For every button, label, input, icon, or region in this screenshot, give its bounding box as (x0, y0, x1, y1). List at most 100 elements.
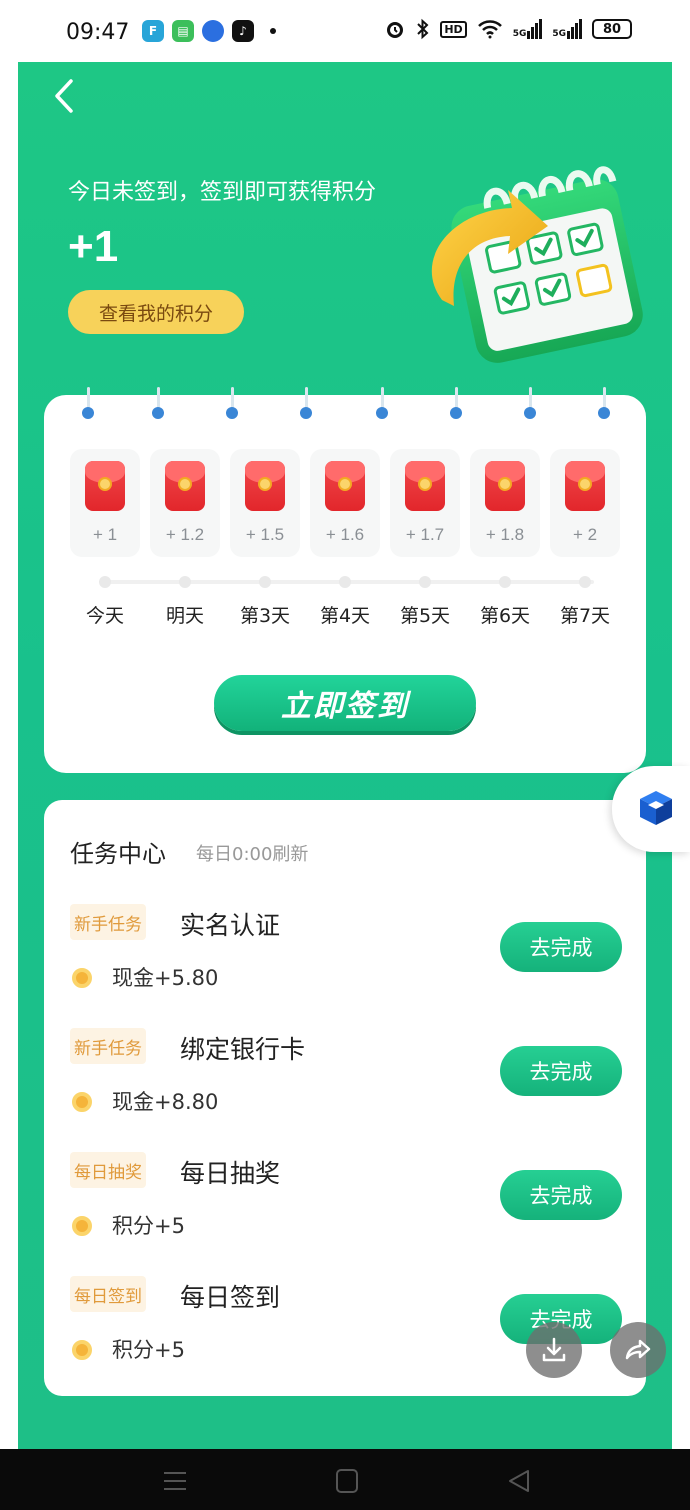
signal-icon: 5G (513, 19, 543, 39)
chevron-left-icon (55, 79, 73, 113)
red-envelope-icon (165, 461, 205, 511)
progress-dot (579, 576, 591, 588)
app-notification-icon: F (142, 20, 164, 42)
tiktok-icon: ♪ (232, 20, 254, 42)
binder-ring (376, 387, 388, 423)
hd-icon: HD (440, 20, 467, 38)
coin-icon (72, 1092, 92, 1112)
progress-dot (259, 576, 271, 588)
back-nav-icon[interactable] (504, 1467, 534, 1495)
task-reward: 积分+5 (112, 1214, 185, 1238)
day-reward-value: + 1.6 (325, 525, 365, 544)
day-reward-tile: + 1.7 (390, 449, 460, 557)
red-envelope-icon (325, 461, 365, 511)
bluetooth-icon (417, 18, 429, 40)
task-reward: 现金+8.80 (112, 1090, 219, 1114)
wifi-icon (477, 20, 502, 39)
day-reward-tile: + 1 (70, 449, 140, 557)
download-button[interactable] (526, 1322, 582, 1378)
task-tag: 新手任务 (70, 904, 146, 940)
day-reward-tile: + 1.2 (150, 449, 220, 557)
signal-icon: 5G (552, 19, 582, 39)
cube-logo-icon (640, 791, 672, 825)
day-label: 今天 (85, 605, 124, 627)
task-row: 新手任务 实名认证 现金+5.80 去完成 (44, 904, 646, 1024)
binder-ring (524, 387, 536, 423)
back-button[interactable] (44, 76, 84, 116)
task-name: 绑定银行卡 (180, 1035, 306, 1064)
task-reward: 积分+5 (112, 1338, 185, 1362)
share-icon (625, 1339, 651, 1360)
sign-in-card: + 1 + 1.2 + 1.5 + 1.6 + 1.7 + 1.8 + 2 今天… (44, 387, 646, 773)
day-reward-value: + 1.8 (485, 525, 525, 544)
points-gain: +1 (68, 222, 119, 271)
home-icon[interactable] (332, 1467, 362, 1495)
day-reward-value: + 1.2 (165, 525, 205, 544)
day-reward-tile: + 1.8 (470, 449, 540, 557)
day-reward-value: + 1.5 (245, 525, 285, 544)
task-name: 每日抽奖 (180, 1159, 281, 1188)
task-name: 每日签到 (180, 1283, 281, 1312)
alarm-icon (387, 22, 404, 38)
binder-ring (226, 387, 238, 423)
binder-ring (598, 387, 610, 423)
day-label: 明天 (165, 605, 204, 627)
red-envelope-icon (85, 461, 125, 511)
day-label: 第6天 (479, 605, 531, 627)
red-envelope-icon (565, 461, 605, 511)
binder-ring (300, 387, 312, 423)
binder-ring (152, 387, 164, 423)
coin-icon (72, 1340, 92, 1360)
task-center-card: 任务中心 每日0:00刷新 新手任务 实名认证 现金+5.80 去完成 新手任务… (44, 800, 646, 1396)
day-label: 第5天 (399, 605, 451, 627)
app-notification-icon (202, 20, 224, 42)
app-notification-icon: ▤ (172, 20, 194, 42)
day-reward-tile: + 1.5 (230, 449, 300, 557)
day-label: 第3天 (239, 605, 291, 627)
status-time: 09:47 (66, 20, 130, 45)
red-envelope-icon (405, 461, 445, 511)
day-label: 第4天 (319, 605, 371, 627)
progress-dot (419, 576, 431, 588)
task-center-title: 任务中心 (70, 840, 166, 868)
coin-icon (72, 1216, 92, 1236)
sign-in-now-button[interactable]: 立即签到 (214, 675, 476, 731)
task-tag: 新手任务 (70, 1028, 146, 1064)
calendar-illustration (431, 166, 643, 363)
coin-icon (72, 968, 92, 988)
status-bar: 09:47 F ▤ ♪ HD 5G 5G 80 (18, 0, 672, 62)
go-complete-button[interactable]: 去完成 (500, 1170, 622, 1220)
red-envelope-icon (245, 461, 285, 511)
status-right: HD 5G 5G 80 (384, 18, 632, 40)
day-reward-value: + 1.7 (405, 525, 445, 544)
task-reward: 现金+5.80 (112, 966, 219, 990)
progress-dot (499, 576, 511, 588)
status-app-icons: F ▤ ♪ (142, 20, 276, 42)
screen: 09:47 F ▤ ♪ HD 5G 5G 80 今日未签到，签到即可获得积分 +… (0, 0, 690, 1510)
day-reward-value: + 2 (572, 525, 598, 544)
sign-status-text: 今日未签到，签到即可获得积分 (68, 180, 377, 205)
system-nav-bar (0, 1449, 690, 1510)
download-icon (542, 1337, 566, 1362)
progress-dot (99, 576, 111, 588)
refresh-note: 每日0:00刷新 (196, 844, 309, 865)
go-complete-button[interactable]: 去完成 (500, 922, 622, 972)
task-tag: 每日抽奖 (70, 1152, 146, 1188)
task-tag: 每日签到 (70, 1276, 146, 1312)
progress-dot (339, 576, 351, 588)
battery-icon: 80 (592, 19, 632, 39)
task-row: 新手任务 绑定银行卡 现金+8.80 去完成 (44, 1028, 646, 1148)
day-label: 第7天 (559, 605, 611, 627)
progress-dot (179, 576, 191, 588)
floating-assistant-button[interactable] (612, 766, 690, 852)
view-my-points-button[interactable]: 查看我的积分 (68, 290, 244, 334)
go-complete-button[interactable]: 去完成 (500, 1046, 622, 1096)
task-row: 每日抽奖 每日抽奖 积分+5 去完成 (44, 1152, 646, 1272)
binder-ring (82, 387, 94, 423)
day-reward-tile: + 1.6 (310, 449, 380, 557)
menu-icon[interactable] (160, 1467, 190, 1495)
binder-ring (450, 387, 462, 423)
share-button[interactable] (610, 1322, 666, 1378)
more-notifications-icon (270, 28, 276, 34)
day-reward-tile: + 2 (550, 449, 620, 557)
